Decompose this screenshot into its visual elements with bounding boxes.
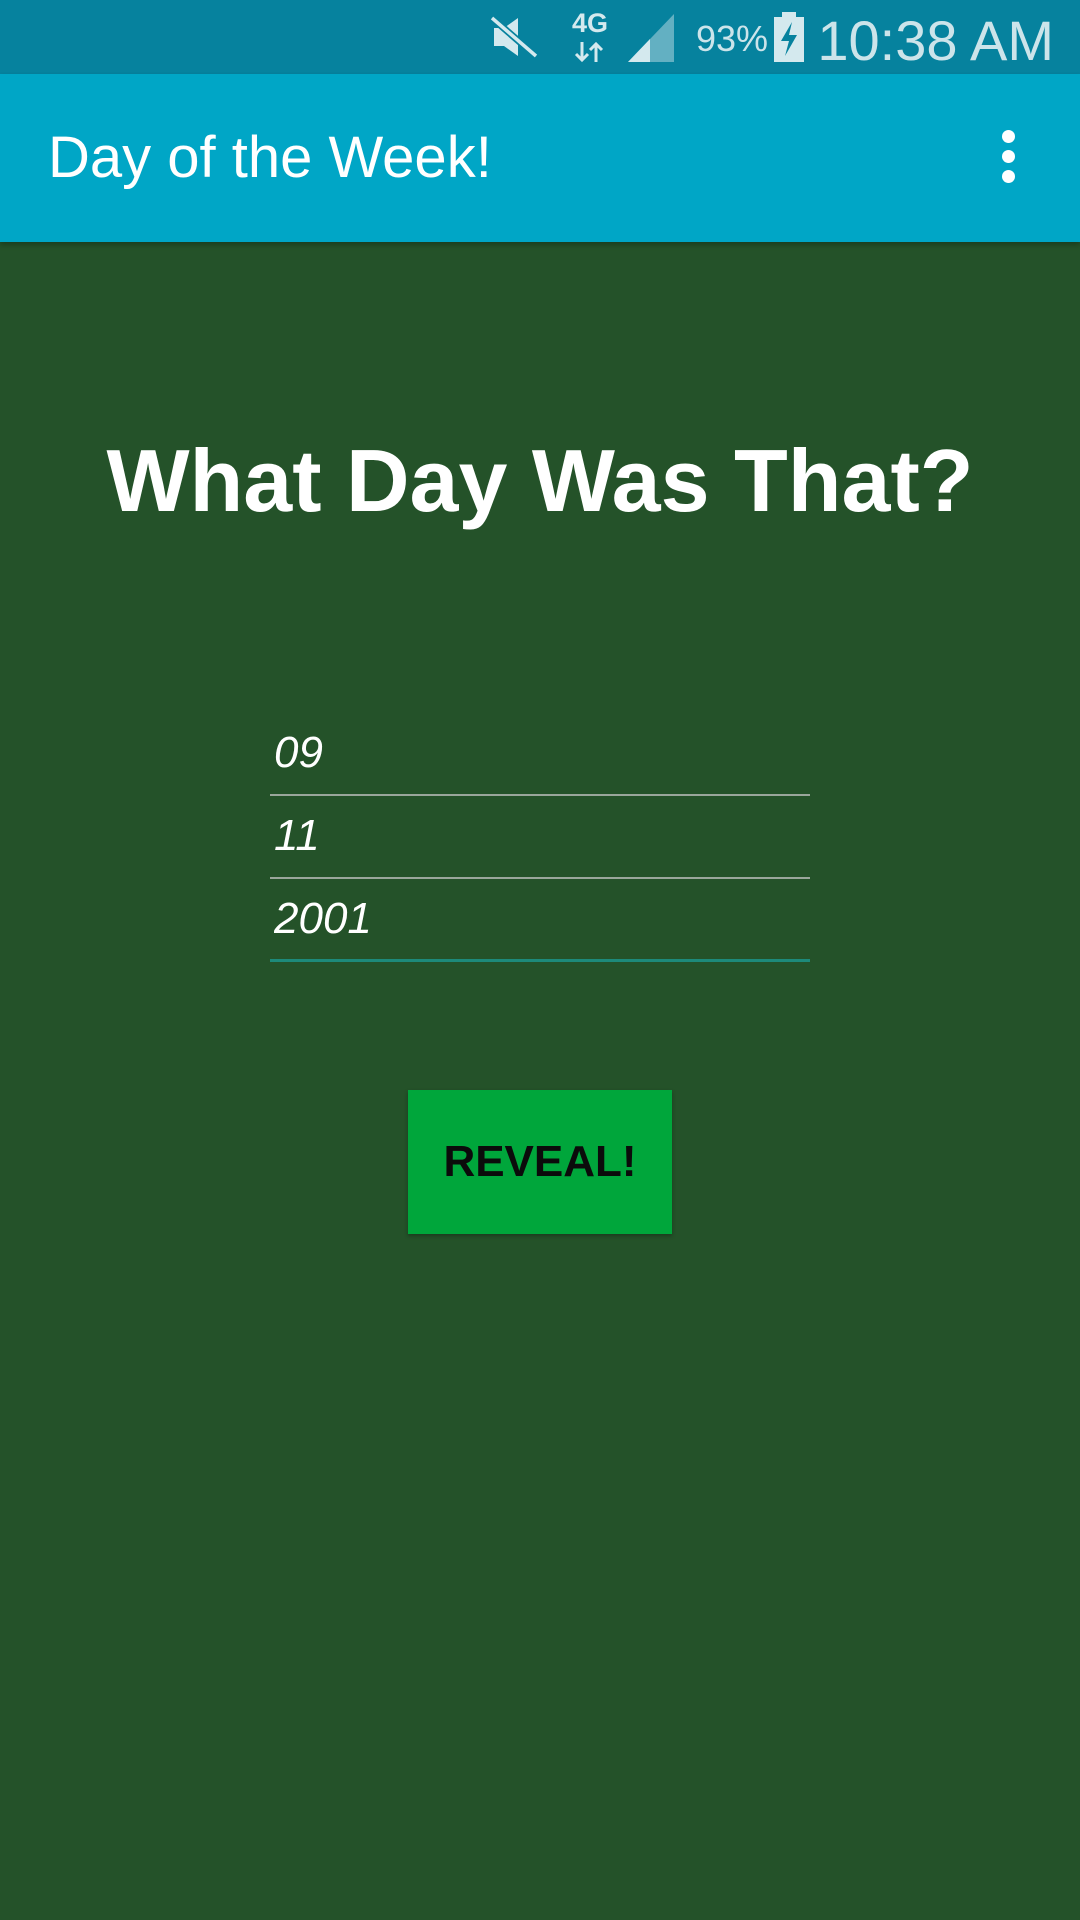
reveal-button[interactable]: REVEAL! <box>408 1090 672 1234</box>
signal-icon <box>628 14 674 62</box>
day-field-container <box>270 714 810 796</box>
day-input[interactable] <box>270 714 810 792</box>
year-input[interactable] <box>270 880 810 958</box>
network-4g-icon: 4G <box>566 8 614 66</box>
month-field-container <box>270 797 810 879</box>
year-field-container <box>270 880 810 962</box>
overflow-menu-button[interactable] <box>980 116 1036 196</box>
year-underline <box>270 959 810 962</box>
app-bar: Day of the Week! <box>0 74 1080 242</box>
app-title: Day of the Week! <box>48 125 492 190</box>
month-input[interactable] <box>270 797 810 875</box>
mute-icon <box>490 15 538 59</box>
day-underline <box>270 794 810 796</box>
app-screen: 4G 93% 10:38 AM Day of the Week! What Da… <box>0 0 1080 1920</box>
battery-percent: 93% <box>696 18 769 59</box>
month-underline <box>270 877 810 879</box>
battery-charging-icon <box>774 12 804 62</box>
status-bar: 4G 93% 10:38 AM <box>0 0 1080 74</box>
page-heading: What Day Was That? <box>106 431 974 530</box>
network-label: 4G <box>571 8 609 38</box>
clock: 10:38 AM <box>817 9 1054 72</box>
